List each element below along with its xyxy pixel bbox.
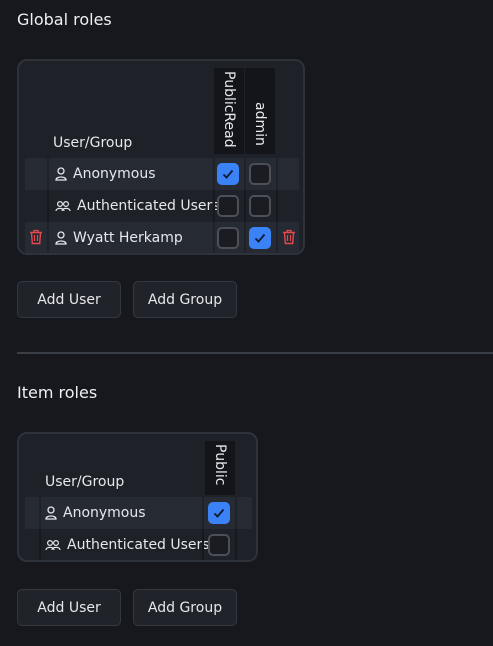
users-icon [45, 539, 61, 551]
checkbox-authenticated-admin[interactable] [249, 195, 271, 217]
column-header-publicread: PublicRead [214, 68, 244, 154]
user-group-header: User/Group [45, 474, 125, 490]
add-user-button[interactable]: Add User [17, 281, 121, 318]
global-roles-title: Global roles [17, 10, 112, 29]
checkbox-wyatt-publicread[interactable] [217, 227, 239, 249]
table-row: Authenticated Users [25, 529, 252, 560]
check-icon [213, 508, 225, 518]
checkbox-authenticated-public[interactable] [208, 534, 230, 556]
checkbox-wyatt-admin[interactable] [249, 227, 271, 249]
trash-icon[interactable] [29, 229, 43, 245]
table-row: Anonymous [25, 497, 252, 529]
item-roles-title: Item roles [17, 383, 98, 402]
row-name-authenticated-users: Authenticated Users [55, 190, 220, 222]
column-header-public: Public [205, 441, 235, 495]
table-row: Wyatt Herkamp [25, 222, 299, 253]
trash-icon[interactable] [282, 229, 296, 245]
section-divider [17, 352, 493, 354]
checkbox-anonymous-public[interactable] [208, 502, 230, 524]
global-roles-table: User/Group PublicRead admin Anonymous Au… [17, 59, 305, 255]
row-name-wyatt-herkamp: Wyatt Herkamp [55, 222, 183, 253]
add-group-button[interactable]: Add Group [133, 281, 237, 318]
users-icon [55, 200, 71, 212]
row-name-authenticated-users: Authenticated Users [45, 529, 210, 560]
check-icon [254, 233, 266, 243]
user-icon [55, 231, 67, 245]
user-group-header: User/Group [53, 135, 133, 151]
check-icon [222, 169, 234, 179]
user-icon [55, 167, 67, 181]
checkbox-authenticated-publicread[interactable] [217, 195, 239, 217]
user-icon [45, 506, 57, 520]
row-name-anonymous: Anonymous [55, 158, 156, 190]
add-user-button[interactable]: Add User [17, 589, 121, 626]
table-row: Anonymous [25, 158, 299, 190]
row-name-anonymous: Anonymous [45, 497, 146, 529]
table-row: Authenticated Users [25, 190, 299, 222]
add-group-button[interactable]: Add Group [133, 589, 237, 626]
checkbox-anonymous-publicread[interactable] [217, 163, 239, 185]
checkbox-anonymous-admin[interactable] [249, 163, 271, 185]
item-roles-table: User/Group Public Anonymous Authenticate… [17, 432, 258, 562]
column-header-admin: admin [245, 68, 275, 154]
